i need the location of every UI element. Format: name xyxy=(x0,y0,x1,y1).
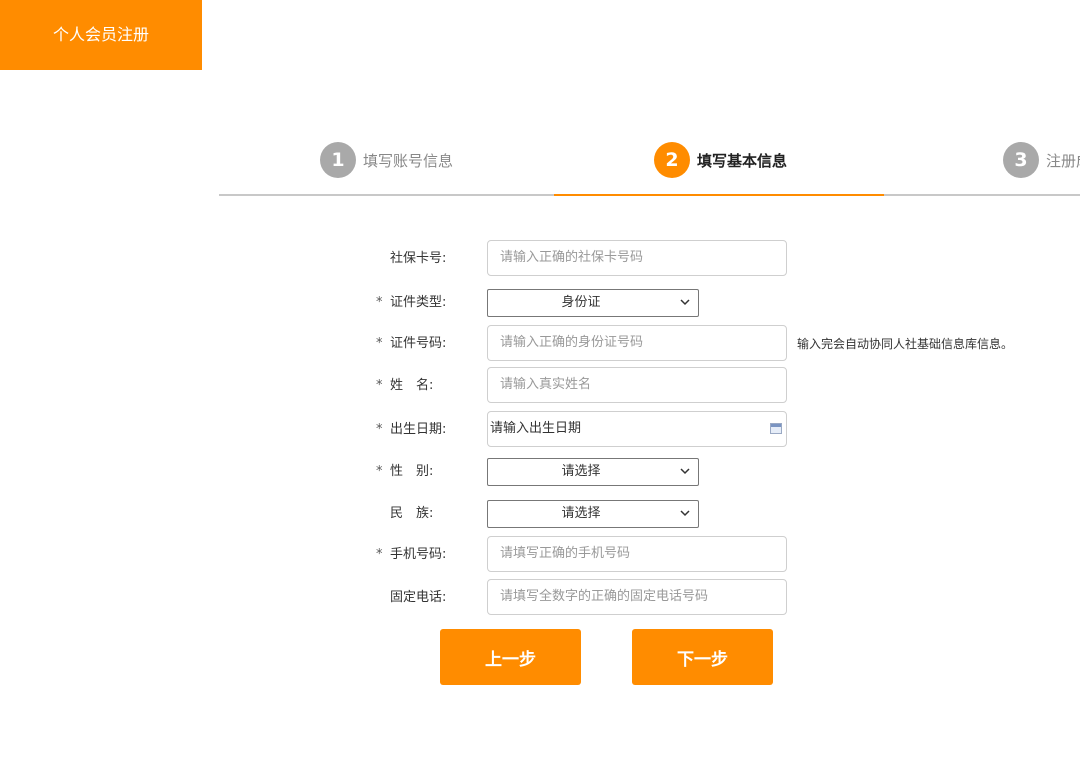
chevron-down-icon xyxy=(680,466,690,476)
previous-step-button[interactable]: 上一步 xyxy=(440,629,581,685)
ethnicity-value: 请选择 xyxy=(561,506,601,521)
id-type-select[interactable]: 身份证 xyxy=(487,289,699,317)
social-card-row: 社保卡号: 请输入正确的社保卡号码 xyxy=(0,240,1080,278)
id-number-label: * 证件号码: xyxy=(376,336,447,351)
name-input[interactable]: 请输入真实姓名 xyxy=(487,367,787,403)
step-1-number-icon: 1 xyxy=(320,142,356,178)
calendar-icon[interactable] xyxy=(770,423,782,434)
chevron-down-icon xyxy=(680,297,690,307)
step-2-label: 填写基本信息 xyxy=(697,151,788,170)
id-number-hint: 输入完会自动协同人社基础信息库信息。 xyxy=(797,337,1014,351)
birthdate-label: * 出生日期: xyxy=(376,422,447,437)
id-type-value: 身份证 xyxy=(561,295,601,310)
member-registration-tab[interactable]: 个人会员注册 xyxy=(0,0,202,70)
mobile-input[interactable]: 请填写正确的手机号码 xyxy=(487,536,787,572)
landline-row: 固定电话: 请填写全数字的正确的固定电话号码 xyxy=(0,579,1080,617)
id-type-row: * 证件类型: 身份证 xyxy=(0,284,1080,322)
id-number-placeholder: 请输入正确的身份证号码 xyxy=(500,335,644,350)
active-step-underline xyxy=(554,194,884,196)
member-registration-tab-label: 个人会员注册 xyxy=(52,25,149,44)
next-step-button[interactable]: 下一步 xyxy=(632,629,773,685)
social-card-placeholder: 请输入正确的社保卡号码 xyxy=(500,250,644,265)
birthdate-row: * 出生日期: 请输入出生日期 xyxy=(0,411,1080,449)
mobile-placeholder: 请填写正确的手机号码 xyxy=(500,546,631,561)
ethnicity-label: 民 族: xyxy=(390,506,434,521)
gender-select[interactable]: 请选择 xyxy=(487,458,699,486)
id-number-input[interactable]: 请输入正确的身份证号码 xyxy=(487,325,787,361)
step-basic-info: 2 填写基本信息 xyxy=(654,142,787,178)
birthdate-input[interactable]: 请输入出生日期 xyxy=(487,411,787,447)
step-registration-success: 3 注册成功 xyxy=(1003,142,1080,178)
social-card-input[interactable]: 请输入正确的社保卡号码 xyxy=(487,240,787,276)
registration-steps: 1 填写账号信息 2 填写基本信息 3 注册成功 xyxy=(219,138,1080,196)
mobile-row: * 手机号码: 请填写正确的手机号码 xyxy=(0,536,1080,574)
name-placeholder: 请输入真实姓名 xyxy=(500,377,592,392)
birthdate-placeholder: 请输入出生日期 xyxy=(490,421,582,436)
landline-input[interactable]: 请填写全数字的正确的固定电话号码 xyxy=(487,579,787,615)
name-label: * 姓 名: xyxy=(376,378,434,393)
gender-value: 请选择 xyxy=(561,464,601,479)
gender-row: * 性 别: 请选择 xyxy=(0,453,1080,491)
social-card-label: 社保卡号: xyxy=(390,251,447,266)
gender-label: * 性 别: xyxy=(376,464,434,479)
step-3-number-icon: 3 xyxy=(1003,142,1039,178)
step-1-label: 填写账号信息 xyxy=(363,151,454,170)
chevron-down-icon xyxy=(680,508,690,518)
step-3-label: 注册成功 xyxy=(1046,151,1080,170)
landline-label: 固定电话: xyxy=(390,590,447,605)
mobile-label: * 手机号码: xyxy=(376,547,447,562)
ethnicity-row: 民 族: 请选择 xyxy=(0,495,1080,533)
id-number-row: * 证件号码: 请输入正确的身份证号码 输入完会自动协同人社基础信息库信息。 xyxy=(0,325,1080,363)
id-type-label: * 证件类型: xyxy=(376,295,447,310)
ethnicity-select[interactable]: 请选择 xyxy=(487,500,699,528)
landline-placeholder: 请填写全数字的正确的固定电话号码 xyxy=(500,589,709,604)
name-row: * 姓 名: 请输入真实姓名 xyxy=(0,367,1080,405)
step-2-number-icon: 2 xyxy=(654,142,690,178)
step-account-info: 1 填写账号信息 xyxy=(320,142,453,178)
